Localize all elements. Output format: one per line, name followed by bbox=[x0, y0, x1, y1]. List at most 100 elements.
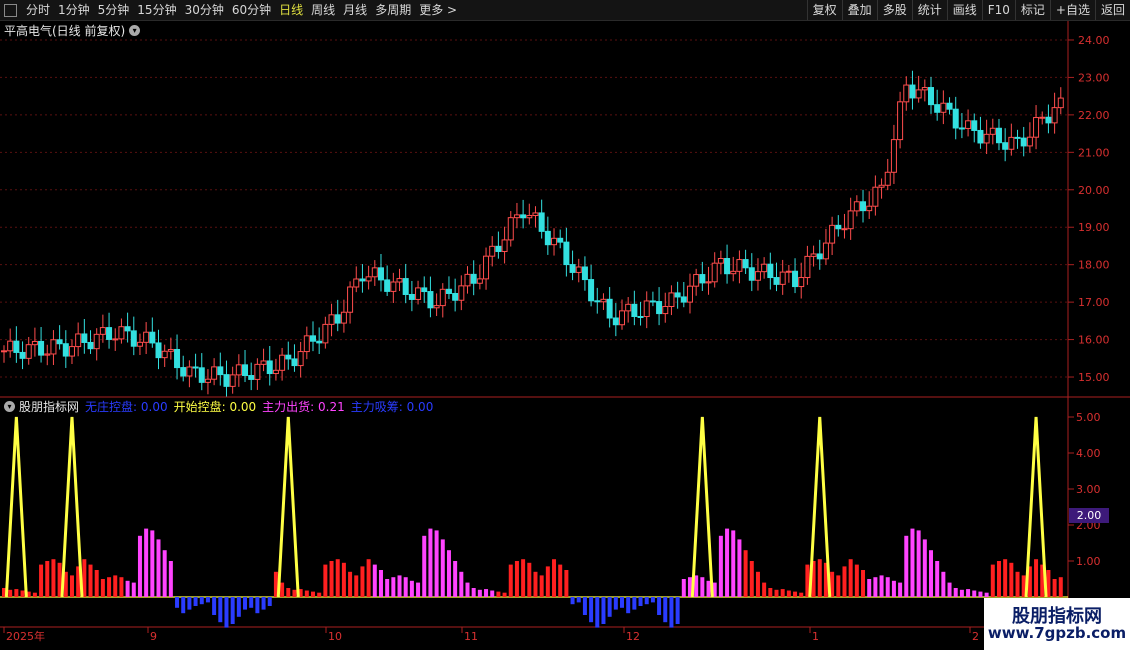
ind-bar bbox=[162, 550, 167, 597]
candle-body bbox=[167, 348, 174, 352]
candle-body bbox=[272, 369, 279, 375]
candle-body bbox=[1051, 107, 1058, 124]
candle-body bbox=[198, 367, 205, 383]
ind-bar bbox=[1058, 577, 1063, 597]
candle-body bbox=[229, 374, 236, 387]
candle-body bbox=[637, 315, 644, 318]
tool-button-8[interactable]: 返回 bbox=[1094, 0, 1130, 20]
ind-bar bbox=[564, 570, 569, 597]
candle-body bbox=[705, 281, 712, 284]
period-tab-10[interactable]: 更多 > bbox=[415, 0, 461, 20]
ind-bar bbox=[545, 566, 550, 597]
tool-button-1[interactable]: 叠加 bbox=[841, 0, 877, 20]
period-tab-3[interactable]: 15分钟 bbox=[133, 0, 180, 20]
candle-body bbox=[1039, 116, 1046, 119]
candle-body bbox=[810, 253, 817, 257]
candle-body bbox=[279, 354, 286, 371]
ind-bar bbox=[304, 590, 309, 597]
chevron-down-icon[interactable]: ▾ bbox=[129, 25, 141, 36]
candle-body bbox=[155, 342, 162, 359]
candle-body bbox=[93, 333, 100, 350]
candle-body bbox=[532, 212, 539, 216]
candle-body bbox=[297, 351, 304, 367]
candle-body bbox=[421, 287, 428, 293]
ind-bar bbox=[205, 597, 210, 603]
chevron-down-icon[interactable]: ▾ bbox=[4, 401, 15, 412]
period-tab-8[interactable]: 月线 bbox=[339, 0, 371, 20]
ind-bar bbox=[799, 592, 804, 597]
ind-bar bbox=[700, 577, 705, 597]
candle-body bbox=[1033, 117, 1040, 138]
period-tab-4[interactable]: 30分钟 bbox=[181, 0, 228, 20]
ind-bar bbox=[446, 550, 451, 597]
toolbar: 分时 1分钟 5分钟 15分钟 30分钟 60分钟 日线 周线 月线 多周期 更多 > 复权 叠加 多股… bbox=[0, 0, 1130, 21]
tool-button-7[interactable]: +自选 bbox=[1049, 0, 1095, 20]
ind-bar bbox=[842, 566, 847, 597]
layout-toggle-button[interactable] bbox=[4, 3, 17, 17]
candle-body bbox=[643, 300, 650, 318]
candle-body bbox=[507, 217, 514, 241]
ind-bar bbox=[1009, 562, 1014, 597]
candle-body bbox=[946, 102, 953, 110]
candle-body bbox=[13, 340, 20, 353]
period-tab-0[interactable]: 分时 bbox=[22, 0, 54, 20]
candle-body bbox=[581, 266, 588, 281]
tool-button-3[interactable]: 统计 bbox=[911, 0, 947, 20]
candle-body bbox=[971, 120, 978, 131]
tool-button-6[interactable]: 标记 bbox=[1014, 0, 1050, 20]
candle-body bbox=[903, 84, 910, 103]
tool-button-2[interactable]: 多股 bbox=[876, 0, 912, 20]
candle-body bbox=[452, 292, 459, 301]
ind-peak bbox=[690, 416, 714, 598]
tool-button-0[interactable]: 复权 bbox=[806, 0, 842, 20]
watermark: 股朋指标网 www.7gpzb.com bbox=[984, 598, 1130, 650]
ind-bar bbox=[552, 559, 557, 597]
ind-bar bbox=[996, 561, 1001, 597]
ind-bar bbox=[14, 589, 19, 597]
period-tab-9[interactable]: 多周期 bbox=[371, 0, 415, 20]
candle-body bbox=[619, 310, 625, 326]
candle-body bbox=[921, 87, 928, 91]
candle-body bbox=[1, 350, 7, 353]
ind-bar bbox=[595, 597, 600, 628]
ind-bar bbox=[144, 528, 149, 597]
candle-body bbox=[662, 305, 669, 315]
chart-caption: 平高电气(日线 前复权) ▾ bbox=[4, 22, 141, 39]
candle-body bbox=[785, 270, 792, 273]
ind-bar bbox=[521, 559, 526, 597]
ind-bar bbox=[854, 564, 859, 597]
candle-body bbox=[68, 346, 75, 357]
period-tab-7[interactable]: 周线 bbox=[307, 0, 339, 20]
period-tab-2[interactable]: 5分钟 bbox=[94, 0, 134, 20]
period-tab-6[interactable]: 日线 bbox=[275, 0, 307, 20]
candle-body bbox=[396, 278, 403, 283]
kline-chart[interactable]: 15.0016.0017.0018.0019.0020.0021.0022.00… bbox=[0, 21, 1130, 650]
ind-bar bbox=[589, 597, 594, 623]
ind-bar bbox=[749, 561, 754, 597]
candle-body bbox=[798, 277, 805, 288]
period-tab-1[interactable]: 1分钟 bbox=[54, 0, 94, 20]
period-tab-5[interactable]: 60分钟 bbox=[228, 0, 275, 20]
candle-body bbox=[575, 266, 582, 273]
candle-body bbox=[686, 285, 693, 303]
ind-bar bbox=[8, 589, 13, 597]
ind-bar bbox=[922, 539, 927, 597]
ind-bar bbox=[243, 597, 248, 610]
candle-body bbox=[415, 287, 422, 300]
ind-bar bbox=[613, 597, 618, 610]
candle-body bbox=[143, 331, 150, 343]
candle-body bbox=[860, 201, 867, 212]
ind-bar bbox=[527, 562, 532, 597]
ind-bar bbox=[984, 592, 989, 597]
tool-button-4[interactable]: 画线 bbox=[946, 0, 982, 20]
ind-bar bbox=[879, 575, 884, 597]
tool-button-5[interactable]: F10 bbox=[981, 0, 1015, 20]
candle-body bbox=[884, 171, 891, 186]
ind-bar bbox=[601, 597, 606, 624]
ind-peak bbox=[60, 416, 84, 598]
candle-body bbox=[81, 333, 88, 343]
candle-body bbox=[612, 317, 619, 326]
candle-body bbox=[915, 89, 922, 99]
ind-bar bbox=[1003, 559, 1008, 597]
ind-bar bbox=[255, 597, 260, 614]
